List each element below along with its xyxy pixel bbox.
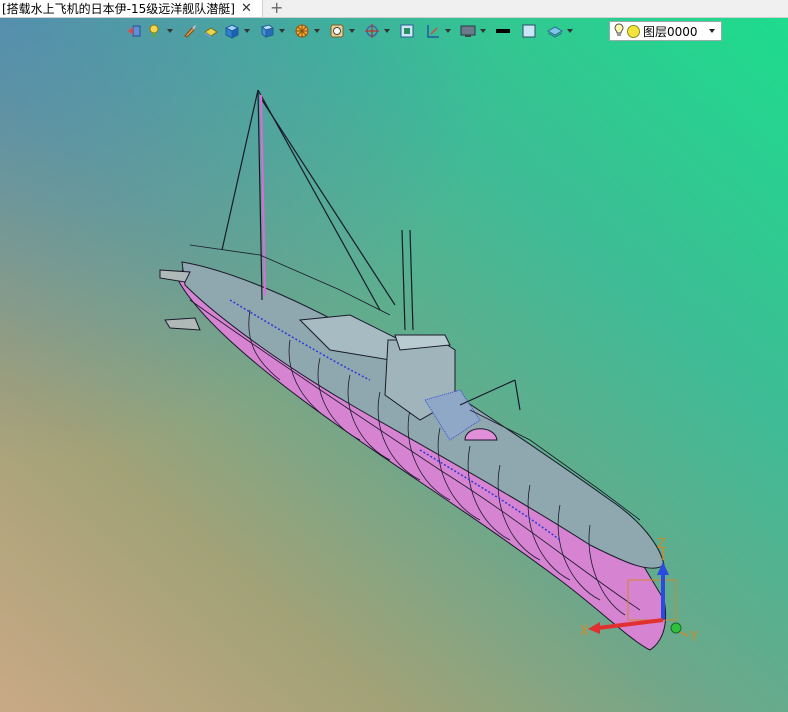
tab-title: [搭载水上飞机的日本伊-15级远洋舰队潜艇] [2,2,235,16]
tab-close-icon[interactable]: ✕ [241,1,252,16]
tab-bar: [搭载水上飞机的日本伊-15级远洋舰队潜艇] ✕ + [0,0,788,18]
new-tab-button[interactable]: + [270,0,283,17]
3d-viewport[interactable]: 图层0000 Z X Y [0,18,788,712]
axis-z-label: Z [657,537,666,552]
axis-x-label: X [580,624,589,639]
document-tab[interactable]: [搭载水上飞机的日本伊-15级远洋舰队潜艇] ✕ [0,0,263,17]
submarine-model: Z X Y [159,89,698,651]
axis-y-label: Y [689,630,698,645]
